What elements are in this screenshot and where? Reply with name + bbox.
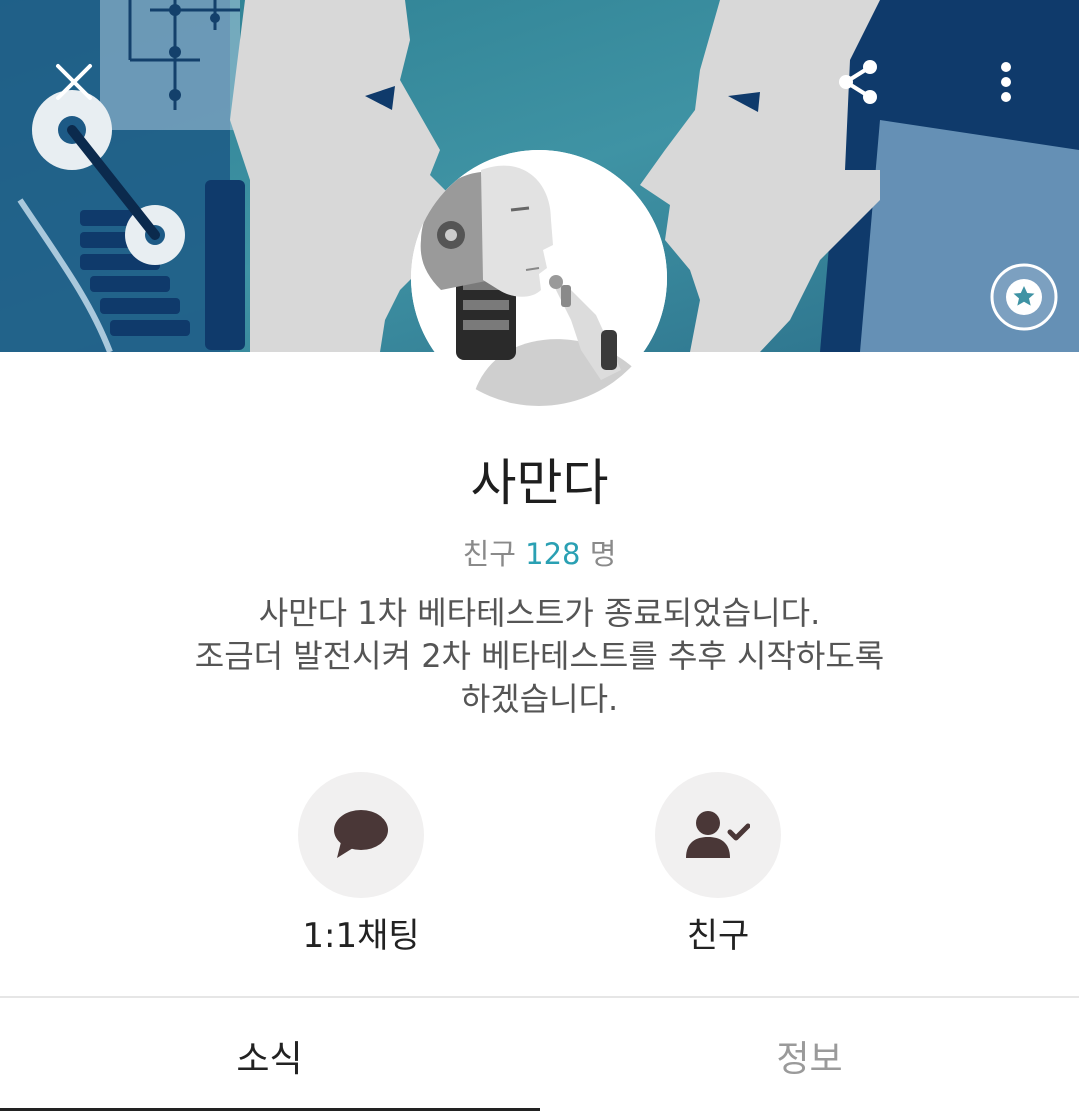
star-icon: [990, 263, 1058, 331]
chat-button-circle[interactable]: [298, 772, 424, 898]
tab-news[interactable]: 소식: [0, 1000, 539, 1112]
tab-info[interactable]: 정보: [540, 1000, 1079, 1112]
active-tab-indicator: [0, 1108, 540, 1111]
share-button[interactable]: [828, 52, 888, 112]
profile-avatar[interactable]: [411, 150, 667, 406]
tabs-divider: [0, 996, 1079, 998]
share-icon: [839, 60, 877, 104]
close-icon: [56, 64, 92, 100]
friends-count-line: 친구 128 명: [0, 532, 1079, 576]
status-message: 사만다 1차 베타테스트가 종료되었습니다. 조금더 발전시켜 2차 베타테스트…: [194, 594, 885, 718]
friend-button[interactable]: 친구: [618, 772, 818, 958]
more-options-button[interactable]: [980, 52, 1032, 112]
friend-button-circle[interactable]: [655, 772, 781, 898]
friend-button-label: 친구: [686, 916, 750, 956]
chat-bubble-icon: [334, 810, 388, 858]
more-vertical-icon: [1001, 62, 1011, 102]
favorite-button[interactable]: [989, 262, 1059, 332]
chat-button-label: 1:1채팅: [302, 916, 420, 956]
profile-name: 사만다: [470, 454, 609, 512]
friends-suffix: 명: [589, 537, 617, 571]
close-button[interactable]: [44, 52, 104, 112]
friends-prefix: 친구: [462, 537, 516, 571]
chat-button[interactable]: 1:1채팅: [261, 772, 461, 958]
friends-count: 128: [525, 537, 581, 571]
robot-avatar-image: [411, 150, 667, 406]
friend-added-icon: [686, 811, 750, 858]
